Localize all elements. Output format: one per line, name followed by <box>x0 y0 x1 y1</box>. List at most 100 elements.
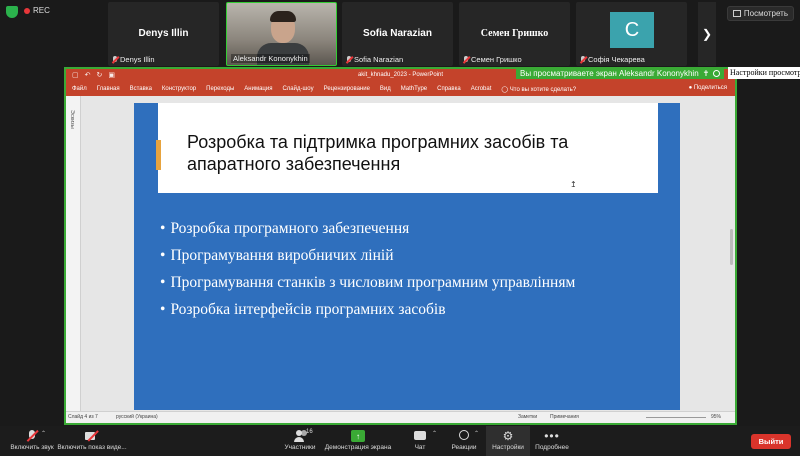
slide-bullets[interactable]: Розробка програмного забезпечення Програ… <box>160 215 575 323</box>
reactions-label: Реакции <box>451 444 477 451</box>
language-status[interactable]: русский (Украина) <box>116 414 158 420</box>
unmute-label: Включить звук <box>10 444 54 451</box>
participants-label: Участники <box>284 444 316 451</box>
participant-display-name: Семен Гришко <box>480 28 549 39</box>
participant-name-label: Denys Illin <box>112 55 155 64</box>
bullet-item: Розробка програмного забезпечення <box>160 215 575 242</box>
mic-muted-icon <box>25 430 39 442</box>
participants-button[interactable]: Участники <box>276 426 324 456</box>
tab-mathtype[interactable]: MathType <box>401 86 427 92</box>
bullet-item: Програмування виробничих ліній <box>160 242 575 269</box>
powerpoint-statusbar: Слайд 4 из 7 русский (Украина) Заметки П… <box>66 411 735 423</box>
vertical-scrollbar[interactable] <box>730 229 733 265</box>
text-cursor-icon: ↥ <box>570 180 577 189</box>
camera-off-icon <box>85 430 99 442</box>
pin-icon[interactable]: ✝ <box>703 69 710 78</box>
person-video-hair <box>270 11 296 22</box>
chat-icon <box>413 430 427 442</box>
notes-button[interactable]: Заметки <box>518 414 537 420</box>
settings-button[interactable]: ⚙ Настройки <box>486 426 530 456</box>
participant-display-name: Sofia Narazian <box>363 28 432 39</box>
thumbnails-pane[interactable]: Эскизы <box>66 96 81 411</box>
leave-button[interactable]: Выйти <box>751 434 791 449</box>
ribbon-tabs: Файл Главная Вставка Конструктор Переход… <box>66 82 735 96</box>
share-banner-text: Вы просматриваете экран Aleksandr Konony… <box>520 68 699 78</box>
tab-transitions[interactable]: Переходы <box>206 86 234 92</box>
participant-name-label: Sofia Narazian <box>346 55 403 64</box>
slide-canvas[interactable]: Розробка та підтримка програмних засобів… <box>134 103 680 410</box>
screen-share-banner[interactable]: Вы просматриваете экран Aleksandr Konony… <box>516 67 725 79</box>
participants-icon <box>293 430 307 442</box>
participant-name-label: Софія Чекарева <box>580 55 645 64</box>
more-button[interactable]: ••• Подробнее <box>534 426 570 456</box>
mic-muted-icon <box>346 55 352 64</box>
settings-label: Настройки <box>492 444 524 451</box>
meeting-toolbar: Включить звук ⌃ Включить показ виде... У… <box>0 426 800 456</box>
participant-tile-5[interactable]: C Софія Чекарева <box>576 2 687 66</box>
start-video-label: Включить показ виде... <box>57 444 127 451</box>
view-settings-menu[interactable]: Настройки просмотра <box>728 67 800 79</box>
security-shield-icon[interactable] <box>6 6 18 18</box>
title-accent-bar <box>156 140 161 170</box>
start-video-button[interactable]: Включить показ виде... <box>56 426 128 456</box>
participant-display-name: Denys Illin <box>138 28 189 39</box>
tab-acrobat[interactable]: Acrobat <box>471 86 492 92</box>
mic-muted-icon <box>580 55 586 64</box>
rec-label: REC <box>33 6 50 15</box>
tab-help[interactable]: Справка <box>437 86 461 92</box>
next-page-arrow-icon[interactable]: ❯ <box>698 2 716 66</box>
tab-slideshow[interactable]: Слайд-шоу <box>282 86 313 92</box>
mic-muted-icon <box>463 55 469 64</box>
share-screen-label: Демонстрация экрана <box>324 444 392 451</box>
reactions-icon <box>457 430 471 442</box>
more-dots-icon: ••• <box>544 429 560 443</box>
gear-icon: ⚙ <box>502 429 514 443</box>
record-dot-icon <box>24 7 30 14</box>
reactions-options-chevron-icon[interactable]: ⌃ <box>474 430 479 437</box>
person-icon: ● <box>688 85 693 91</box>
comments-button[interactable]: Примечания <box>550 414 579 420</box>
tab-file[interactable]: Файл <box>72 86 87 92</box>
bullet-item: Програмування станків з числовим програм… <box>160 269 575 296</box>
grid-view-icon <box>732 10 741 17</box>
participant-name-label: Aleksandr Kononykhin <box>231 54 310 63</box>
lightbulb-icon: ◯ <box>501 86 509 93</box>
participant-label-text: Denys Illin <box>120 55 155 64</box>
mic-muted-icon <box>112 55 118 64</box>
zoom-level[interactable]: 95% <box>711 414 721 420</box>
share-button[interactable]: ● Поделиться <box>689 85 727 91</box>
tab-review[interactable]: Рецензирование <box>324 86 370 92</box>
tab-animations[interactable]: Анимация <box>244 86 272 92</box>
recording-indicator: REC <box>24 6 50 15</box>
thumbnails-label: Эскизы <box>69 110 75 129</box>
participant-tile-3[interactable]: Sofia Narazian Sofia Narazian <box>342 2 453 66</box>
chat-label: Чат <box>414 444 426 451</box>
participant-label-text: Семен Гришко <box>471 55 522 64</box>
tab-view[interactable]: Вид <box>380 86 391 92</box>
participant-label-text: Софія Чекарева <box>588 55 645 64</box>
share-label: Поделиться <box>693 85 727 91</box>
shared-screen[interactable]: ▢ ↶ ↻ ▣ akit_khnadu_2023 - PowerPoint Фа… <box>64 67 737 425</box>
participant-tile-2[interactable]: Aleksandr Kononykhin <box>226 2 337 66</box>
tab-home[interactable]: Главная <box>97 86 120 92</box>
tab-design[interactable]: Конструктор <box>162 86 196 92</box>
view-button-label: Посмотреть <box>743 9 788 18</box>
chat-options-chevron-icon[interactable]: ⌃ <box>432 430 437 437</box>
bullet-item: Розробка інтерфейсів програмних засобів <box>160 296 575 323</box>
view-button[interactable]: Посмотреть <box>726 6 794 21</box>
tell-me-search[interactable]: ◯ Что вы хотите сделать? <box>501 86 576 93</box>
slide-title-box[interactable]: Розробка та підтримка програмних засобів… <box>156 103 658 193</box>
audio-options-chevron-icon[interactable]: ⌃ <box>41 430 46 437</box>
participant-name-label: Семен Гришко <box>463 55 522 64</box>
participant-tile-1[interactable]: Denys Illin Denys Illin <box>108 2 219 66</box>
participant-avatar: C <box>610 12 654 48</box>
zoom-slider[interactable] <box>646 417 706 418</box>
chat-button[interactable]: Чат <box>406 426 434 456</box>
tab-insert[interactable]: Вставка <box>130 86 152 92</box>
stop-view-icon[interactable] <box>713 69 721 77</box>
slide-counter: Слайд 4 из 7 <box>68 414 98 420</box>
share-screen-icon: ↑ <box>351 430 365 442</box>
unmute-button[interactable]: Включить звук <box>8 426 56 456</box>
share-screen-button[interactable]: ↑ Демонстрация экрана <box>322 426 394 456</box>
participant-tile-4[interactable]: Семен Гришко Семен Гришко <box>459 2 570 66</box>
